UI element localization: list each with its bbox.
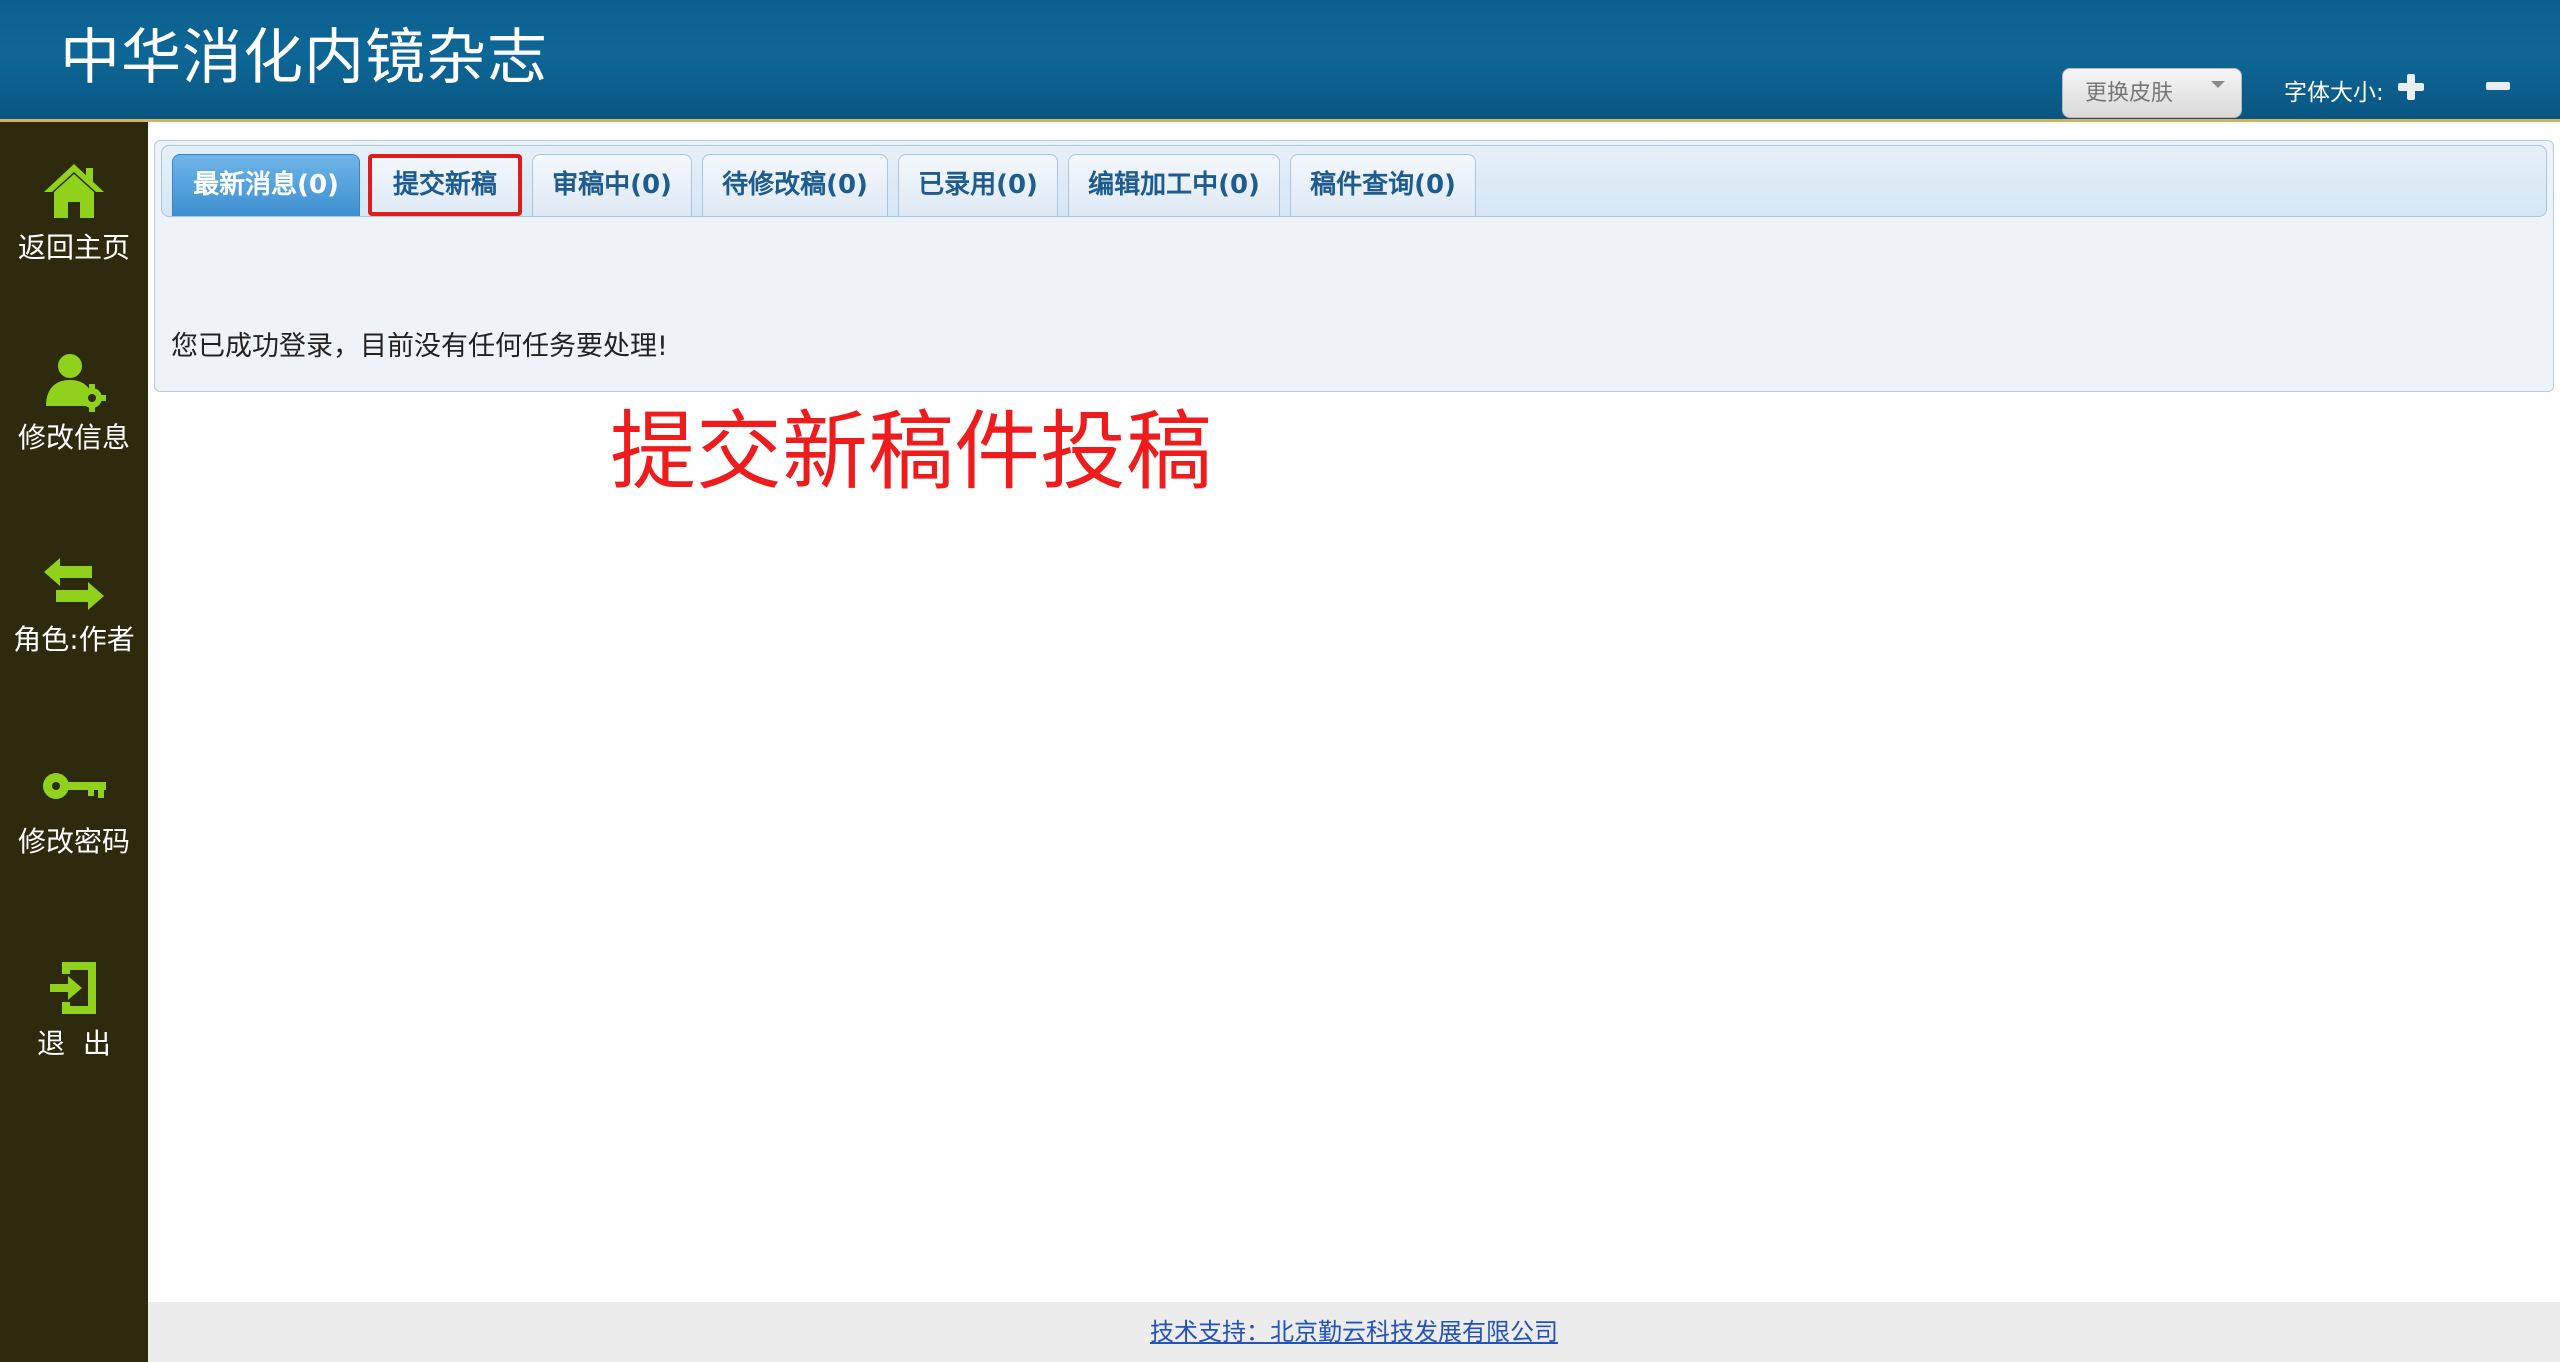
tab-editing[interactable]: 编辑加工中(0) <box>1068 154 1280 216</box>
tab-under-review[interactable]: 审稿中(0) <box>532 154 692 216</box>
tab-pending-revision[interactable]: 待修改稿(0) <box>702 154 888 216</box>
sidebar-item-home[interactable]: 返回主页 <box>0 158 148 308</box>
change-skin-label: 更换皮肤 <box>2085 81 2174 106</box>
key-icon <box>43 773 106 799</box>
sidebar-item-label: 修改信息 <box>17 421 130 454</box>
sidebar-item-logout[interactable]: 退 出 <box>0 954 148 1104</box>
app-title: 中华消化内镜杂志 <box>60 23 548 93</box>
switch-arrows-icon <box>44 558 104 610</box>
sidebar-item-label: 返回主页 <box>17 231 130 264</box>
annotation-text: 提交新稿件投稿 <box>610 402 1212 502</box>
footer: 技术支持：北京勤云科技发展有限公司 <box>148 1302 2560 1362</box>
sidebar-item-role[interactable]: 角色:作者 <box>0 550 148 700</box>
tab-latest-news[interactable]: 最新消息(0) <box>172 154 360 216</box>
sidebar-item-change-password[interactable]: 修改密码 <box>0 752 148 902</box>
chevron-down-icon <box>2211 81 2225 88</box>
tech-support-link[interactable]: 技术支持：北京勤云科技发展有限公司 <box>1150 1318 1558 1346</box>
sidebar-item-label: 修改密码 <box>17 825 130 858</box>
tab-manuscript-search[interactable]: 稿件查询(0) <box>1290 154 1476 216</box>
font-decrease-icon[interactable] <box>2486 82 2510 90</box>
change-skin-dropdown[interactable]: 更换皮肤 <box>2062 68 2242 118</box>
tab-submit-new[interactable]: 提交新稿 <box>368 154 522 216</box>
main-panel: 最新消息(0) 提交新稿 审稿中(0) 待修改稿(0) 已录用(0) 编辑加工中… <box>154 140 2554 392</box>
tab-bar: 最新消息(0) 提交新稿 审稿中(0) 待修改稿(0) 已录用(0) 编辑加工中… <box>161 145 2547 217</box>
logout-icon <box>50 962 96 1014</box>
font-size-label: 字体大小: <box>2284 80 2384 106</box>
tab-accepted[interactable]: 已录用(0) <box>898 154 1058 216</box>
sidebar-item-label: 角色:作者 <box>13 623 135 656</box>
home-icon <box>44 164 104 218</box>
header-bar: 中华消化内镜杂志 更换皮肤 字体大小: <box>0 0 2560 122</box>
sidebar-item-label: 退 出 <box>37 1027 111 1060</box>
user-settings-icon <box>46 354 106 412</box>
sidebar-item-edit-info[interactable]: 修改信息 <box>0 348 148 498</box>
status-message: 您已成功登录，目前没有任何任务要处理! <box>171 331 668 362</box>
sidebar: 返回主页 修改信息 角色:作者 修改密码 退 出 <box>0 122 148 1362</box>
font-increase-icon[interactable] <box>2398 74 2424 100</box>
